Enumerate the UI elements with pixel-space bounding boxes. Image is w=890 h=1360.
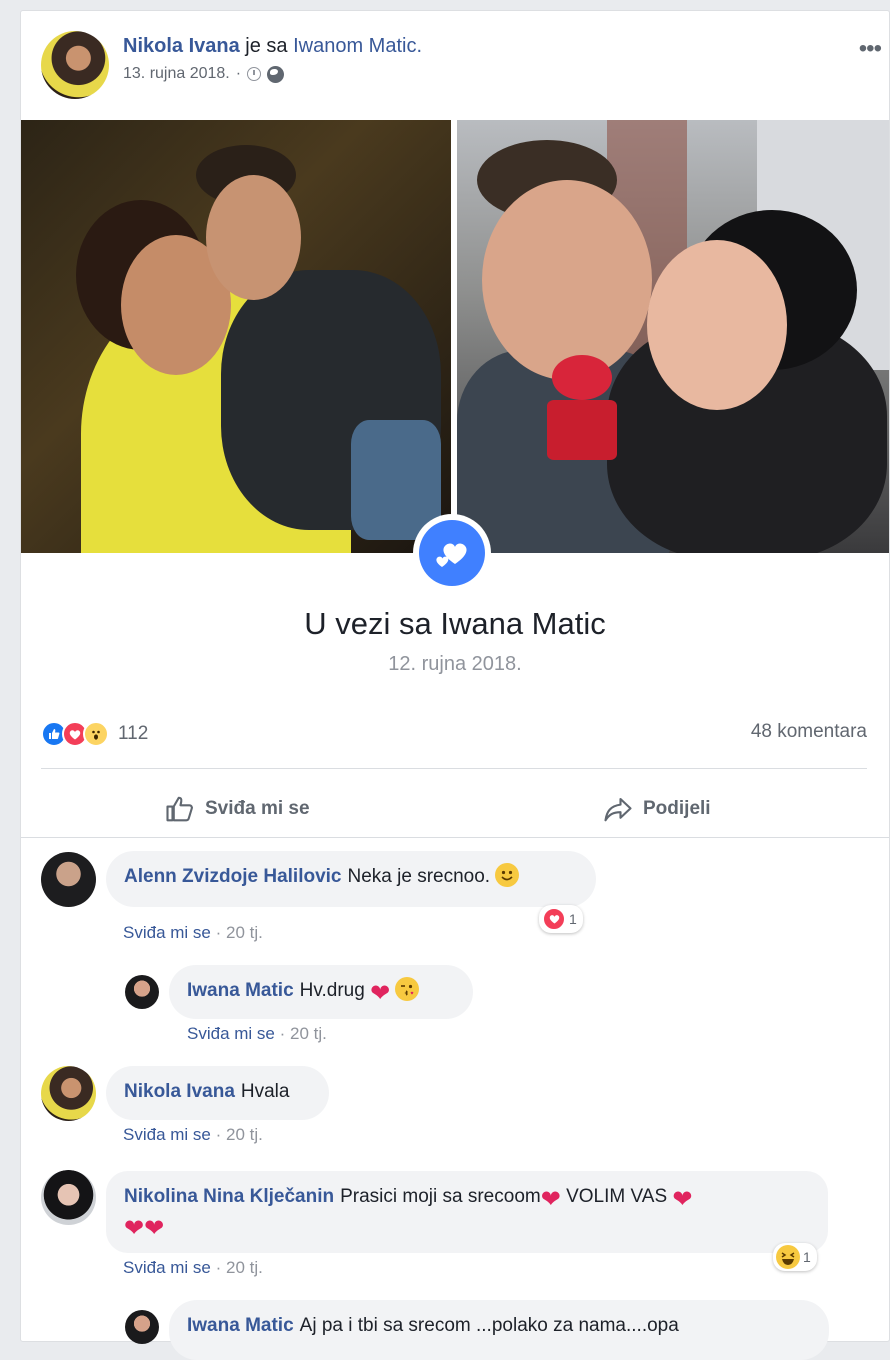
heart-emoji: ❤ (370, 980, 391, 1007)
meta-separator: · (215, 923, 222, 942)
comment-like-link[interactable]: Sviđa mi se (123, 1258, 211, 1277)
globe-icon[interactable] (267, 65, 285, 83)
comment-bubble: Iwana Matic Hv.drug ❤ (169, 965, 473, 1019)
photo-couple-right[interactable] (457, 120, 889, 553)
comment-text: Aj pa i tbi sa srecom ...polako za nama.… (299, 1315, 679, 1336)
post-meta: 13. rujna 2018. · (123, 65, 285, 83)
share-label: Podijeli (643, 797, 711, 819)
author-line: Nikola Ivana je sa Iwanom Matic. (123, 35, 422, 58)
comment-bubble: Nikolina Nina Klječanin Prasici moji sa s… (106, 1171, 828, 1253)
comment-meta: Sviđa mi se · 20 tj. (187, 1024, 327, 1044)
comment-text: Neka je srecnoo. (347, 866, 491, 887)
post-date[interactable]: 13. rujna 2018. (123, 65, 230, 83)
kiss-emoji (395, 977, 420, 1001)
commenter-avatar[interactable] (41, 1170, 96, 1225)
comment-bubble: Alenn Zvizdoje Halilovic Neka je srecnoo. (106, 851, 596, 907)
share-button[interactable]: Podijeli (603, 781, 711, 836)
meta-separator: · (279, 1024, 286, 1043)
commenter-name[interactable]: Alenn Zvizdoje Halilovic (124, 866, 342, 887)
comment-text: Prasici moji sa srecoom (340, 1186, 541, 1207)
reaction-count: 1 (569, 911, 577, 927)
meta-separator: · (235, 65, 242, 82)
comment-meta: Sviđa mi se · 20 tj. (123, 1258, 263, 1278)
heart-emoji: ❤ (672, 1186, 693, 1213)
comment-bubble: Nikola Ivana Hvala (106, 1066, 329, 1120)
comment-reaction[interactable]: 1 (773, 1243, 817, 1271)
like-button[interactable]: Sviđa mi se (165, 781, 310, 836)
more-options-icon[interactable]: ••• (859, 35, 882, 63)
post-card: Nikola Ivana je sa Iwanom Matic. 13. ruj… (20, 10, 890, 1360)
commenter-name[interactable]: Iwana Matic (187, 980, 294, 1001)
commenter-avatar[interactable] (41, 1066, 96, 1121)
photo-couple-left[interactable] (21, 120, 451, 553)
divider (41, 768, 867, 769)
comment-like-link[interactable]: Sviđa mi se (123, 923, 211, 942)
with-text: je sa (245, 35, 288, 57)
comment-time[interactable]: 20 tj. (226, 1125, 263, 1144)
commenter-avatar[interactable] (125, 975, 159, 1009)
comment-text: Hvala (240, 1081, 290, 1102)
post-header: Nikola Ivana je sa Iwanom Matic. 13. ruj… (41, 31, 882, 101)
comment-text-2: VOLIM VAS (566, 1186, 668, 1207)
commenter-name[interactable]: Nikolina Nina Klječanin (124, 1186, 334, 1207)
meta-separator: · (215, 1258, 222, 1277)
comment-time[interactable]: 20 tj. (290, 1024, 327, 1043)
haha-icon (776, 1245, 800, 1269)
commenter-avatar[interactable] (125, 1310, 159, 1344)
comment-time[interactable]: 20 tj. (226, 923, 263, 942)
hearts-icon (419, 520, 485, 586)
commenter-avatar[interactable] (41, 852, 96, 907)
meta-separator: · (215, 1125, 222, 1144)
love-icon (542, 907, 566, 931)
comment-meta: Sviđa mi se · 20 tj. (123, 1125, 263, 1145)
comment-like-link[interactable]: Sviđa mi se (187, 1024, 275, 1043)
clock-icon (247, 67, 262, 81)
commenter-name[interactable]: Nikola Ivana (124, 1081, 235, 1102)
photo-grid (21, 120, 889, 553)
action-bar: Sviđa mi se Podijeli (21, 781, 889, 836)
reactions-summary[interactable]: 112 (41, 719, 148, 749)
comment-bubble: Iwana Matic Aj pa i tbi sa srecom ...pola… (169, 1300, 829, 1360)
life-event-title: U vezi sa Iwana Matic (304, 606, 606, 641)
author-avatar[interactable] (41, 31, 109, 99)
comment-meta: Sviđa mi se · 20 tj. (123, 923, 263, 943)
comment-reaction[interactable]: 1 (539, 905, 583, 933)
reaction-count: 1 (803, 1249, 811, 1265)
reaction-count: 112 (118, 723, 149, 744)
heart-emoji: ❤ (124, 1215, 145, 1242)
comment-time[interactable]: 20 tj. (226, 1258, 263, 1277)
comment-text: Hv.drug (299, 980, 365, 1001)
life-event-badge (413, 514, 491, 592)
comment-count[interactable]: 48 komentara (751, 721, 867, 743)
commenter-name[interactable]: Iwana Matic (187, 1315, 294, 1336)
heart-emoji: ❤ (144, 1215, 165, 1242)
share-arrow-icon (604, 797, 632, 821)
like-label: Sviđa mi se (205, 797, 310, 819)
author-name[interactable]: Nikola Ivana (123, 35, 240, 57)
wow-icon (83, 721, 109, 747)
thumbs-up-icon (166, 796, 193, 821)
life-event-date: 12. rujna 2018. (388, 653, 522, 675)
smile-emoji (495, 863, 520, 887)
comment-like-link[interactable]: Sviđa mi se (123, 1125, 211, 1144)
heart-emoji: ❤ (540, 1186, 561, 1213)
comments-section: Alenn Zvizdoje Halilovic Neka je srecnoo.… (21, 838, 889, 1360)
tagged-user[interactable]: Iwanom Matic. (293, 35, 422, 57)
